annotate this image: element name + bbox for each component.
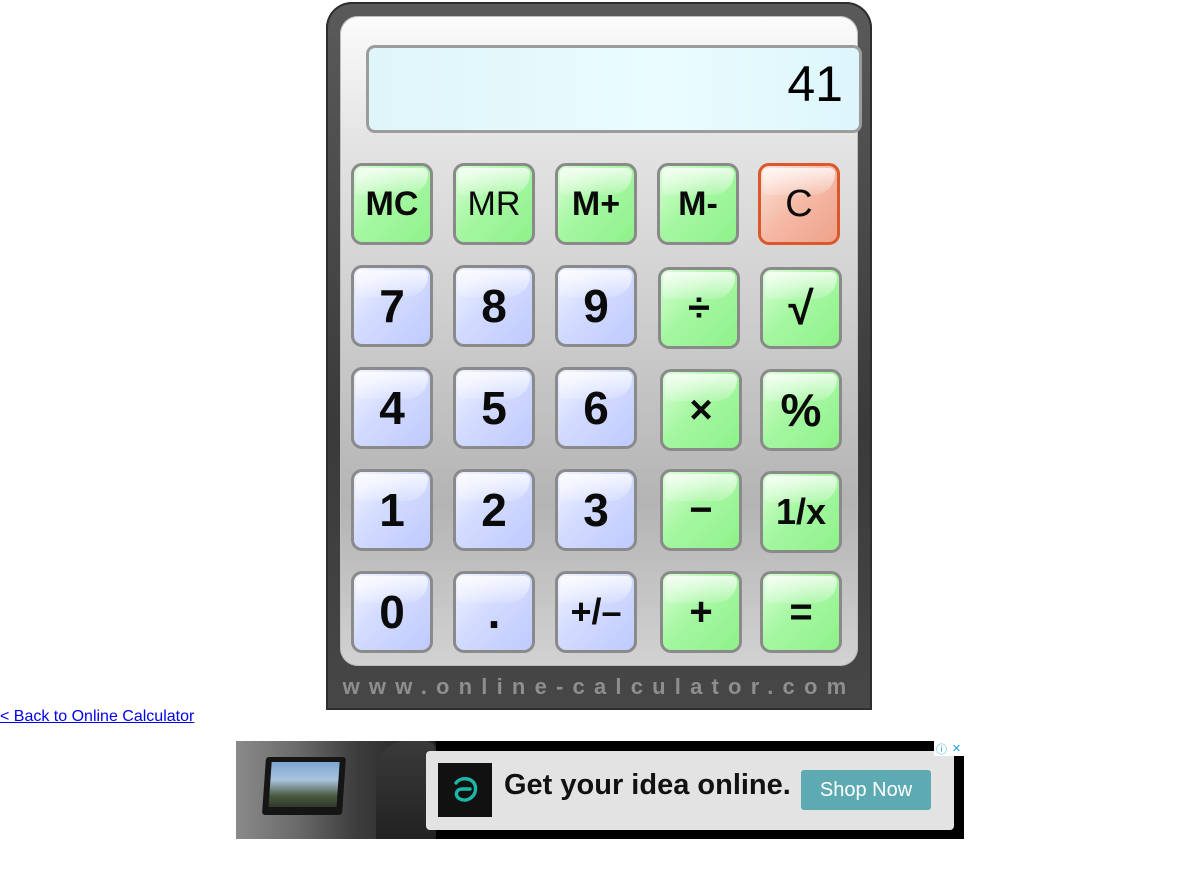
clear-button[interactable]: C [758, 163, 840, 245]
percent-button[interactable]: % [760, 369, 842, 451]
square-root-button[interactable]: √ [760, 267, 842, 349]
calculator-face: 41 MC MR M+ M- C 7 8 9 ÷ √ 4 5 6 × % 1 2… [340, 16, 862, 666]
ad-photo [236, 741, 436, 839]
display-value: 41 [787, 56, 843, 112]
subtract-button[interactable]: − [660, 469, 742, 551]
memory-add-button[interactable]: M+ [555, 163, 637, 245]
memory-recall-button[interactable]: MR [453, 163, 535, 245]
digit-7-button[interactable]: 7 [351, 265, 433, 347]
digit-1-button[interactable]: 1 [351, 469, 433, 551]
decimal-point-button[interactable]: . [453, 571, 535, 653]
ad-headline: Get your idea online. [504, 769, 791, 801]
digit-9-button[interactable]: 9 [555, 265, 637, 347]
multiply-button[interactable]: × [660, 369, 742, 451]
digit-6-button[interactable]: 6 [555, 367, 637, 449]
godaddy-logo-icon [438, 763, 492, 817]
equals-button[interactable]: = [760, 571, 842, 653]
ad-close-icon[interactable]: ✕ [949, 741, 964, 756]
digit-2-button[interactable]: 2 [453, 469, 535, 551]
sign-toggle-button[interactable]: +/– [555, 571, 637, 653]
digit-5-button[interactable]: 5 [453, 367, 535, 449]
divide-button[interactable]: ÷ [658, 267, 740, 349]
reciprocal-button[interactable]: 1/x [760, 471, 842, 553]
digit-4-button[interactable]: 4 [351, 367, 433, 449]
digit-0-button[interactable]: 0 [351, 571, 433, 653]
memory-subtract-button[interactable]: M- [657, 163, 739, 245]
digit-3-button[interactable]: 3 [555, 469, 637, 551]
memory-clear-button[interactable]: MC [351, 163, 433, 245]
ad-panel: Get your idea online. Shop Now [426, 751, 954, 830]
calculator: 41 MC MR M+ M- C 7 8 9 ÷ √ 4 5 6 × % 1 2… [326, 2, 872, 710]
advertisement-banner[interactable]: Get your idea online. Shop Now ⓘ ✕ [236, 741, 964, 839]
laptop-image [261, 757, 347, 815]
ad-choices: ⓘ ✕ [934, 741, 964, 756]
shop-now-button[interactable]: Shop Now [801, 770, 931, 810]
ad-info-icon[interactable]: ⓘ [934, 741, 949, 756]
add-button[interactable]: + [660, 571, 742, 653]
digit-8-button[interactable]: 8 [453, 265, 535, 347]
brand-text: www.online-calculator.com [342, 674, 856, 699]
back-to-online-calculator-link[interactable]: < Back to Online Calculator [0, 708, 194, 726]
calculator-display: 41 [366, 45, 862, 133]
